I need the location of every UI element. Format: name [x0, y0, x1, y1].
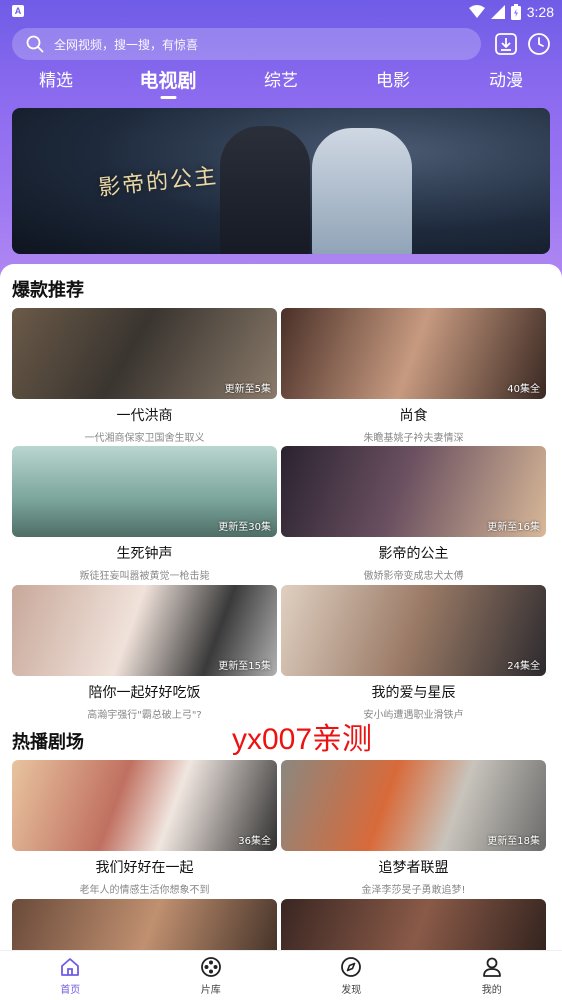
compass-icon	[341, 957, 362, 977]
section-title-playing: 热播剧场	[12, 732, 84, 753]
video-title: 影帝的公主	[378, 546, 449, 562]
video-title: 追梦者联盟	[378, 860, 449, 876]
wifi-icon	[468, 5, 485, 18]
episode-badge: 更新至16集	[487, 522, 540, 533]
video-card[interactable]	[281, 899, 546, 954]
nav-library[interactable]: 片库	[141, 951, 282, 1000]
video-title: 生死钟声	[116, 546, 173, 562]
tab-featured[interactable]: 精选	[39, 66, 73, 102]
video-thumbnail: 更新至16集	[281, 446, 546, 537]
video-desc: 朱瞻基姚子衿夫妻情深	[363, 433, 464, 444]
video-desc: 金泽李莎旻子勇敢追梦!	[361, 885, 466, 896]
video-card[interactable]: 更新至15集 陪你一起好好吃饭 高瀚宇强行"霸总破上弓"?	[12, 585, 277, 721]
bottom-nav: 首页 片库 发现 我的	[0, 950, 562, 1000]
video-thumbnail: 40集全	[281, 308, 546, 399]
video-thumbnail	[281, 899, 546, 954]
signal-icon	[490, 5, 505, 19]
film-reel-icon	[200, 957, 221, 977]
nav-home[interactable]: 首页	[0, 951, 141, 1000]
banner-figure	[220, 126, 310, 254]
tab-variety[interactable]: 综艺	[264, 66, 298, 102]
nav-discover[interactable]: 发现	[281, 951, 422, 1000]
active-tab-indicator	[159, 96, 176, 99]
banner-title: 影帝的公主	[97, 163, 220, 202]
video-card[interactable]: 40集全 尚食 朱瞻基姚子衿夫妻情深	[281, 308, 546, 444]
episode-badge: 36集全	[238, 836, 271, 847]
video-card[interactable]: 24集全 我的爱与星辰 安小屿遭遇职业滑铁卢	[281, 585, 546, 721]
video-title: 陪你一起好好吃饭	[88, 685, 201, 701]
nav-profile[interactable]: 我的	[422, 951, 562, 1000]
video-title: 我的爱与星辰	[371, 685, 456, 701]
search-bar[interactable]: 全网视频，搜一搜，有惊喜	[12, 28, 481, 60]
episode-badge: 更新至30集	[218, 522, 271, 533]
battery-icon	[510, 4, 521, 20]
tab-tv-series[interactable]: 电视剧	[139, 66, 197, 102]
video-card[interactable]: 更新至30集 生死钟声 叛徒狂妄叫嚣被黄觉一枪击毙	[12, 446, 277, 582]
video-card[interactable]: 更新至18集 追梦者联盟 金泽李莎旻子勇敢追梦!	[281, 760, 546, 896]
video-title: 尚食	[399, 408, 428, 424]
video-thumbnail: 更新至30集	[12, 446, 277, 537]
episode-badge: 更新至18集	[487, 836, 540, 847]
video-thumbnail: 更新至5集	[12, 308, 277, 399]
clock-time: 3:28	[526, 4, 554, 20]
section-title-hot: 爆款推荐	[12, 280, 84, 301]
notification-icon: A	[12, 5, 24, 17]
featured-banner[interactable]: 影帝的公主	[12, 108, 550, 254]
banner-figure	[312, 128, 412, 254]
video-card[interactable]: 更新至5集 一代洪商 一代湘商保家卫国舍生取义	[12, 308, 277, 444]
search-placeholder: 全网视频，搜一搜，有惊喜	[54, 37, 199, 52]
video-thumbnail: 36集全	[12, 760, 277, 851]
episode-badge: 更新至5集	[224, 384, 271, 395]
content-panel: 爆款推荐 更新至5集 一代洪商 一代湘商保家卫国舍生取义 40集全 尚食 朱瞻基…	[0, 264, 562, 954]
tab-movies[interactable]: 电影	[376, 66, 410, 102]
category-tabs: 精选 电视剧 综艺 电影 动漫	[0, 66, 562, 102]
status-bar: A 3:28	[0, 0, 562, 24]
video-desc: 老年人的情感生活你想象不到	[79, 885, 210, 896]
tab-anime[interactable]: 动漫	[489, 66, 523, 102]
video-desc: 傲娇影帝变成忠犬太傅	[363, 571, 464, 582]
history-clock-icon[interactable]	[527, 32, 551, 56]
video-thumbnail: 24集全	[281, 585, 546, 676]
video-desc: 叛徒狂妄叫嚣被黄觉一枪击毙	[79, 571, 210, 582]
video-thumbnail: 更新至15集	[12, 585, 277, 676]
search-icon	[26, 35, 44, 53]
home-icon	[61, 958, 80, 976]
video-card[interactable]: 更新至16集 影帝的公主 傲娇影帝变成忠犬太傅	[281, 446, 546, 582]
user-icon	[482, 957, 501, 977]
video-thumbnail	[12, 899, 277, 954]
episode-badge: 更新至15集	[218, 661, 271, 672]
video-card[interactable]	[12, 899, 277, 954]
video-title: 一代洪商	[116, 408, 173, 424]
video-desc: 一代湘商保家卫国舍生取义	[84, 433, 205, 444]
download-icon[interactable]	[494, 32, 518, 56]
video-title: 我们好好在一起	[95, 860, 194, 876]
video-thumbnail: 更新至18集	[281, 760, 546, 851]
episode-badge: 24集全	[507, 661, 540, 672]
episode-badge: 40集全	[507, 384, 540, 395]
watermark-text: yx007亲测	[232, 723, 373, 756]
video-card[interactable]: 36集全 我们好好在一起 老年人的情感生活你想象不到	[12, 760, 277, 896]
